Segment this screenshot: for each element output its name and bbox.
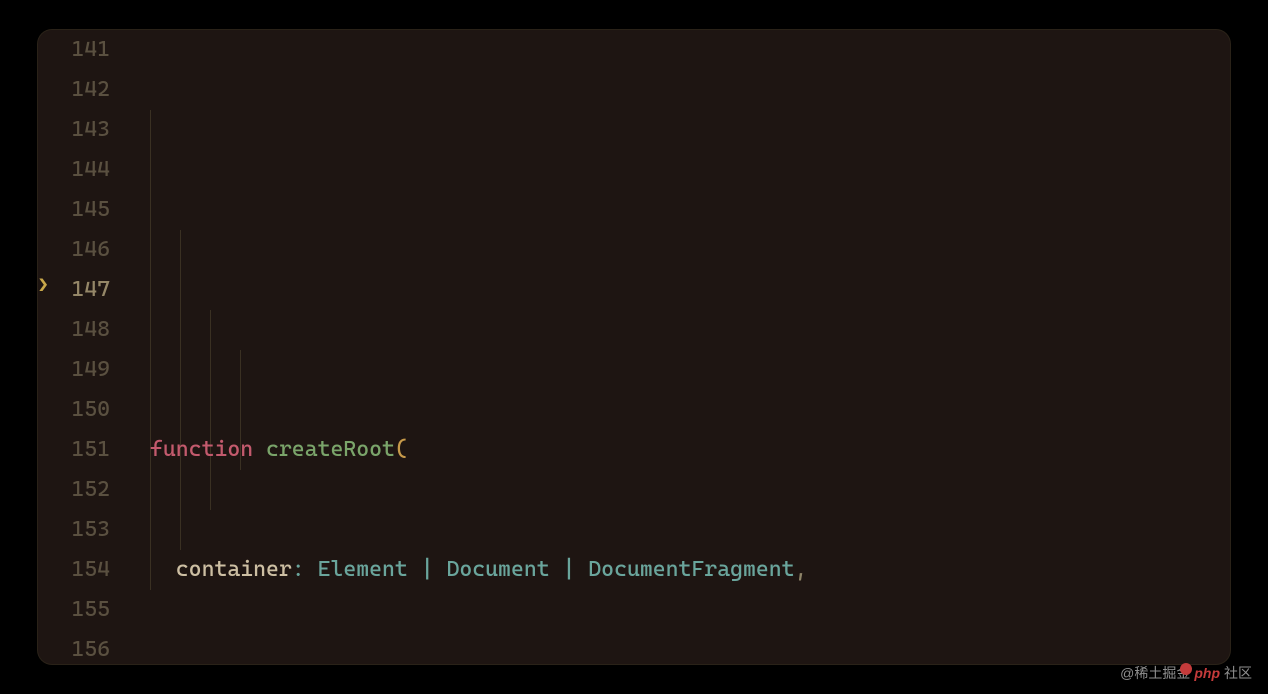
line-number: 155 [38,590,110,630]
watermark: @稀土掘金php社区 [1120,661,1252,686]
watermark-text: 社区 [1224,661,1252,686]
code-editor[interactable]: ❯ 141 142 143 144 145 146 147 148 149 15… [38,30,1230,664]
line-number: 144 [38,150,110,190]
code-content[interactable]: function createRoot( container: Element … [128,30,1230,664]
line-number: 143 [38,110,110,150]
line-number: 145 [38,190,110,230]
line-number: 148 [38,310,110,350]
watermark-logo: php [1194,661,1220,686]
line-number-current: 147 [38,270,110,310]
line-number: 151 [38,430,110,470]
indent-guide [180,230,181,550]
code-line [128,310,1230,350]
line-number-gutter: ❯ 141 142 143 144 145 146 147 148 149 15… [38,30,128,664]
line-number: 153 [38,510,110,550]
line-number: 156 [38,630,110,664]
line-number: 149 [38,350,110,390]
line-number: 146 [38,230,110,270]
code-area: ❯ 141 142 143 144 145 146 147 148 149 15… [38,30,1230,664]
line-number: 142 [38,70,110,110]
line-number: 141 [38,30,110,70]
code-line: container: Element | Document | Document… [128,550,1230,590]
watermark-text: @稀土掘金 [1120,661,1190,686]
code-line: function createRoot( [128,430,1230,470]
line-number: 154 [38,550,110,590]
line-number: 150 [38,390,110,430]
line-number: 152 [38,470,110,510]
